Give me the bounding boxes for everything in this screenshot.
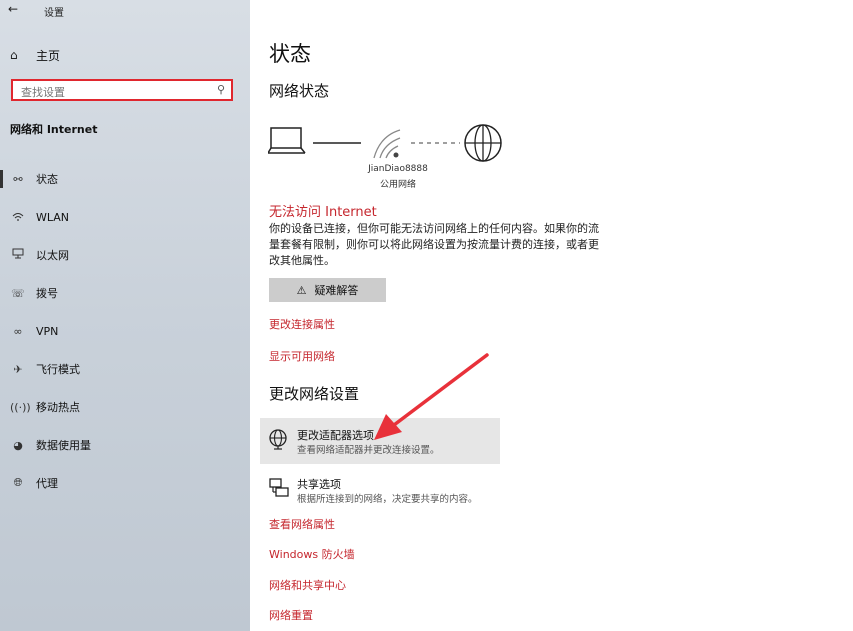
sidebar-item-airplane[interactable]: ✈ 飞行模式	[0, 350, 250, 388]
warning-triangle-icon: ⚠︎	[296, 284, 307, 297]
sidebar-item-vpn[interactable]: ∞ VPN	[0, 312, 250, 350]
sidebar-item-label: 数据使用量	[36, 439, 91, 452]
globe-network-icon: ⚯	[13, 172, 23, 186]
sidebar-item-proxy[interactable]: 🌐︎ 代理	[0, 464, 250, 502]
section-title: 网络和 Internet	[10, 123, 98, 136]
adapter-globe-icon	[269, 429, 287, 450]
sharing-devices-icon	[269, 478, 289, 497]
sharing-option-title: 共享选项	[297, 478, 341, 491]
sidebar-item-status[interactable]: ⚯ 状态	[0, 160, 250, 198]
back-arrow-icon[interactable]: ←	[8, 2, 18, 16]
sidebar: ← 设置 ⌂ 主页 ⚲ 网络和 Internet ⚯ 状态 WLAN 以太网 ☏	[0, 0, 250, 631]
wifi-signal-icon	[373, 129, 401, 159]
app-title: 设置	[44, 8, 64, 19]
sidebar-item-dialup[interactable]: ☏ 拨号	[0, 274, 250, 312]
change-network-settings-heading: 更改网络设置	[269, 385, 360, 403]
network-type: 公用网络	[379, 180, 416, 190]
vpn-icon: ∞	[13, 324, 23, 338]
sidebar-item-hotspot[interactable]: ((·)) 移动热点	[0, 388, 250, 426]
show-available-networks-link[interactable]: 显示可用网络	[269, 348, 335, 364]
network-name: JianDiao8888	[368, 164, 428, 174]
sidebar-item-ethernet[interactable]: 以太网	[0, 236, 250, 274]
proxy-globe-icon: 🌐︎	[13, 476, 23, 489]
laptop-icon	[267, 127, 306, 154]
page-title: 状态	[269, 42, 311, 66]
airplane-icon: ✈	[13, 362, 23, 376]
search-input[interactable]	[19, 83, 213, 102]
sidebar-item-label: 状态	[36, 173, 58, 186]
network-sharing-center-link[interactable]: 网络和共享中心	[269, 577, 346, 593]
network-reset-link[interactable]: 网络重置	[269, 607, 313, 623]
troubleshoot-label: 疑难解答	[314, 285, 359, 297]
sharing-options[interactable]: 共享选项 根据所连接到的网络，决定要共享的内容。	[260, 467, 500, 513]
wifi-icon	[10, 211, 26, 224]
sidebar-item-wlan[interactable]: WLAN	[0, 198, 250, 236]
sidebar-item-label: WLAN	[36, 210, 70, 224]
main-content: 状态 网络状态 JianDiao8888 公用网络 无法访问 Internet …	[250, 0, 853, 631]
network-diagram: JianDiao8888 公用网络	[267, 118, 518, 198]
annotation-arrow	[374, 353, 489, 440]
dialup-icon: ☏	[11, 286, 25, 300]
data-usage-icon: ◕	[13, 438, 23, 452]
sidebar-item-label: 移动热点	[36, 401, 80, 414]
ethernet-icon	[10, 248, 26, 262]
globe-icon	[464, 124, 502, 162]
home-icon: ⌂	[10, 48, 18, 62]
sidebar-item-label: VPN	[36, 324, 59, 338]
title-bar: ← 设置	[0, 0, 250, 22]
sidebar-item-label: 以太网	[36, 249, 69, 262]
change-connection-properties-link[interactable]: 更改连接属性	[269, 316, 335, 332]
sidebar-item-home[interactable]: ⌂ 主页	[10, 45, 240, 65]
view-network-properties-link[interactable]: 查看网络属性	[269, 516, 335, 532]
windows-firewall-link[interactable]: Windows 防火墙	[269, 546, 355, 562]
sidebar-item-label: 代理	[36, 477, 58, 490]
sharing-option-subtitle: 根据所连接到的网络，决定要共享的内容。	[297, 494, 478, 505]
hotspot-icon: ((·))	[10, 400, 31, 414]
home-label: 主页	[36, 48, 61, 63]
sidebar-item-data-usage[interactable]: ◕ 数据使用量	[0, 426, 250, 464]
sidebar-item-label: 飞行模式	[36, 363, 80, 376]
sidebar-item-label: 拨号	[36, 287, 58, 300]
warning-body: 你的设备已连接，但你可能无法访问网络上的任何内容。如果你的流量套餐有限制，则你可…	[269, 222, 599, 267]
network-status-heading: 网络状态	[269, 82, 330, 100]
warning-title: 无法访问 Internet	[269, 205, 377, 220]
sidebar-nav: ⚯ 状态 WLAN 以太网 ☏ 拨号 ∞ VPN ✈ 飞行模式 ((·)) 移动…	[0, 160, 250, 502]
search-icon[interactable]: ⚲	[217, 83, 225, 96]
troubleshoot-button[interactable]: ⚠︎ 疑难解答	[269, 278, 386, 302]
search-box[interactable]: ⚲	[11, 79, 233, 102]
network-diagram-graphic	[267, 124, 502, 162]
